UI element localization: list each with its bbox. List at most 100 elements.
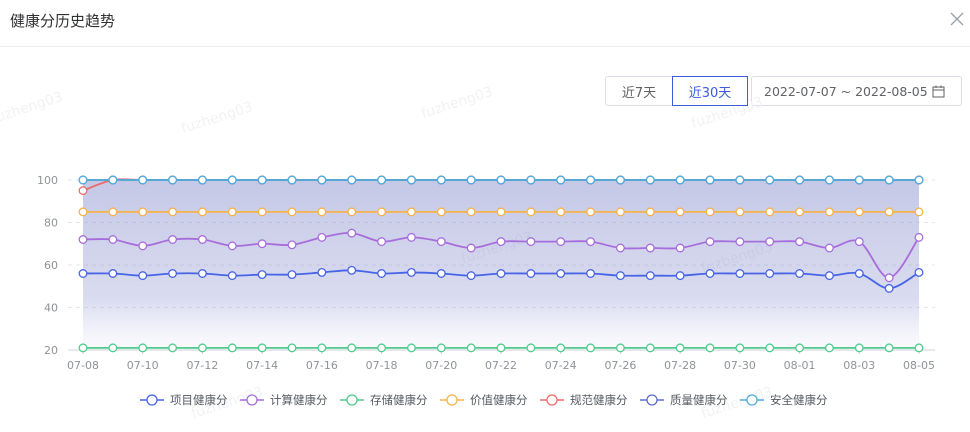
series-4	[78, 207, 924, 217]
data-point	[287, 270, 297, 280]
data-point	[496, 269, 506, 278]
health-score-dialog: 健康分历史趋势 近7天 近30天 2022-07-07 ~ 2022-08-05…	[0, 0, 970, 432]
data-point	[168, 343, 178, 353]
data-point	[795, 269, 805, 278]
data-point	[645, 207, 655, 217]
data-point	[347, 265, 357, 275]
data-point	[466, 243, 476, 253]
data-point	[287, 240, 297, 250]
data-point	[705, 207, 715, 217]
data-point	[854, 343, 864, 353]
range-controls: 近7天 近30天 2022-07-07 ~ 2022-08-05	[605, 76, 962, 106]
data-point	[496, 343, 506, 353]
data-point	[108, 269, 118, 278]
legend-item[interactable]: 计算健康分	[240, 393, 328, 407]
data-point	[406, 267, 416, 277]
data-point	[347, 207, 357, 217]
data-point	[377, 343, 387, 353]
x-tick-label: 07-10	[127, 359, 159, 372]
data-point	[884, 175, 894, 185]
data-point	[824, 343, 834, 353]
data-point	[526, 207, 536, 217]
legend-item[interactable]: 安全健康分	[740, 393, 828, 407]
data-point	[795, 343, 805, 353]
legend-marker	[146, 394, 158, 406]
data-point	[436, 207, 446, 217]
calendar-icon	[932, 85, 945, 101]
data-point	[227, 175, 237, 185]
x-tick-label: 08-01	[784, 359, 816, 372]
data-point	[287, 175, 297, 185]
data-point	[406, 343, 416, 353]
data-point	[377, 207, 387, 217]
data-point	[466, 175, 476, 185]
data-point	[854, 269, 864, 278]
x-tick-label: 07-22	[485, 359, 517, 372]
data-point	[615, 243, 625, 253]
data-point	[675, 243, 685, 253]
data-point	[615, 175, 625, 185]
data-point	[854, 175, 864, 185]
legend-label: 规范健康分	[570, 393, 628, 407]
data-point	[168, 235, 178, 244]
y-tick-label: 40	[44, 302, 58, 315]
data-point	[347, 175, 357, 185]
data-point	[436, 237, 446, 247]
data-point	[108, 207, 118, 217]
dialog-header: 健康分历史趋势	[0, 0, 970, 47]
legend-item[interactable]: 项目健康分	[140, 393, 228, 407]
data-point	[496, 237, 506, 247]
data-point	[884, 207, 894, 217]
data-point	[257, 175, 267, 185]
legend-item[interactable]: 规范健康分	[540, 393, 628, 407]
legend-item[interactable]: 价值健康分	[440, 393, 528, 407]
data-point	[586, 207, 596, 217]
data-point	[795, 207, 805, 217]
data-point	[705, 237, 715, 247]
data-point	[317, 267, 327, 277]
data-point	[735, 343, 745, 353]
date-range-picker[interactable]: 2022-07-07 ~ 2022-08-05	[751, 76, 962, 106]
data-point	[735, 237, 745, 247]
last-7-days-button[interactable]: 近7天	[605, 76, 673, 106]
data-point	[556, 343, 566, 353]
data-point	[377, 237, 387, 247]
last-30-days-button[interactable]: 近30天	[672, 76, 748, 106]
series-3	[78, 343, 924, 353]
health-score-chart: 20 40 60 80 100 07-08 07-10 07-12 07-14 07-16 07-1…	[37, 174, 935, 407]
series-7	[78, 175, 924, 185]
data-point	[347, 228, 357, 238]
data-point	[227, 271, 237, 281]
data-point	[765, 343, 775, 353]
data-point	[138, 207, 148, 217]
legend-label: 质量健康分	[670, 393, 728, 407]
data-point	[735, 175, 745, 185]
legend-label: 项目健康分	[170, 393, 228, 407]
data-point	[197, 235, 207, 244]
close-icon[interactable]	[948, 10, 966, 28]
legend-marker	[246, 394, 258, 406]
data-point	[824, 207, 834, 217]
data-point	[436, 175, 446, 185]
legend-item[interactable]: 质量健康分	[640, 393, 728, 407]
data-point	[795, 175, 805, 185]
data-point	[466, 343, 476, 353]
data-point	[466, 207, 476, 217]
x-tick-label: 08-03	[843, 359, 875, 372]
data-point	[705, 175, 715, 185]
data-point	[765, 175, 775, 185]
x-tick-label: 07-30	[724, 359, 756, 372]
x-tick-label: 07-12	[186, 359, 218, 372]
data-point	[884, 273, 894, 283]
data-point	[347, 343, 357, 353]
data-point	[406, 207, 416, 217]
legend-item[interactable]: 存储健康分	[340, 393, 428, 407]
data-point	[735, 207, 745, 217]
legend-label: 安全健康分	[770, 393, 828, 407]
data-point	[496, 175, 506, 185]
data-point	[914, 232, 924, 242]
watermark: fuzheng03	[419, 83, 495, 123]
legend-marker	[546, 394, 558, 406]
data-point	[108, 235, 118, 244]
x-tick-label: 07-08	[67, 359, 99, 372]
